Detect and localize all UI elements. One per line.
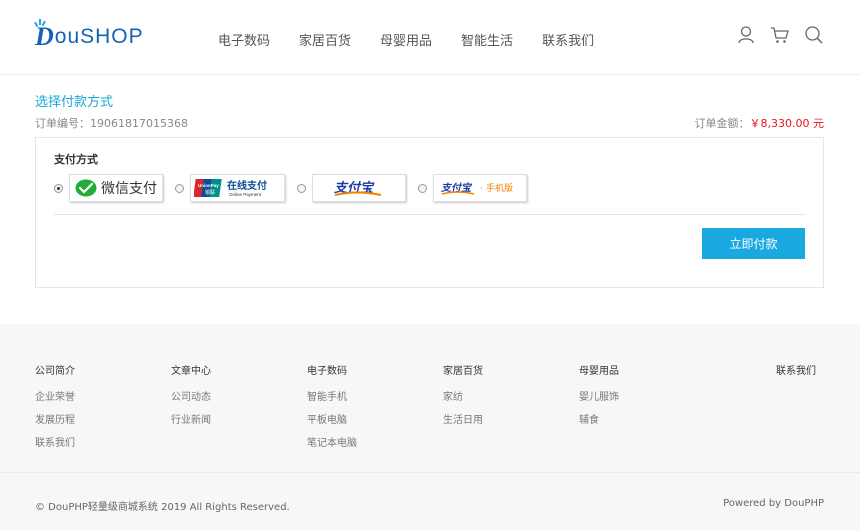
option-unionpay[interactable]: UnionPay 银联 在线支付 Online Payment <box>175 174 285 202</box>
footer-link[interactable]: 发展历程 <box>35 411 75 426</box>
svg-text:Online Payment: Online Payment <box>229 192 262 197</box>
nav-electronics[interactable]: 电子数码 <box>218 30 270 49</box>
footer-col-electronics: 电子数码 智能手机 平板电脑 笔记本电脑 <box>307 362 357 457</box>
radio-alipay[interactable] <box>297 183 306 193</box>
footer-col-company: 公司简介 企业荣誉 发展历程 联系我们 <box>35 362 75 457</box>
svg-text:手机版: 手机版 <box>486 182 513 194</box>
pay-now-button[interactable]: 立即付款 <box>702 228 805 259</box>
order-total: 订单金额：￥8,330.00 元 <box>695 115 824 131</box>
svg-text:·: · <box>480 184 483 193</box>
radio-wechat[interactable] <box>54 183 63 193</box>
logo[interactable]: D ouSHOP <box>34 19 144 52</box>
nav-home-goods[interactable]: 家居百货 <box>299 30 351 49</box>
footer-col-baby: 母婴用品 婴儿服饰 辅食 <box>579 362 619 434</box>
order-number: 订单编号：19061817015368 <box>35 117 188 130</box>
footer-col-title: 母婴用品 <box>579 366 619 377</box>
option-alipay[interactable]: 支付宝 <box>297 174 406 202</box>
payment-method-box: 支付方式 微信支付 UnionPay 银联 在线支付 Online Paymen… <box>35 137 824 288</box>
svg-text:银联: 银联 <box>205 189 215 196</box>
logo-rays-icon <box>34 19 46 28</box>
footer-col-contact: 联系我们 <box>776 362 816 388</box>
copyright: © DouPHP轻量级商城系统 2019 All Rights Reserved… <box>35 502 290 513</box>
order-total-label: 订单金额： <box>694 117 750 130</box>
footer-link[interactable]: 智能手机 <box>307 388 357 403</box>
main-nav: 电子数码 家居百货 母婴用品 智能生活 联系我们 <box>218 30 623 49</box>
footer-link[interactable]: 笔记本电脑 <box>307 434 357 449</box>
option-alipay-mobile[interactable]: 支付宝 · 手机版 <box>418 174 527 202</box>
order-total-amount: ￥8,330.00 元 <box>749 117 824 130</box>
footer-link[interactable]: 辅食 <box>579 411 619 426</box>
footer-link[interactable]: 生活日用 <box>443 411 483 426</box>
nav-contact[interactable]: 联系我们 <box>542 30 594 49</box>
footer-col-title: 公司简介 <box>35 366 75 377</box>
footer-link[interactable]: 联系我们 <box>35 434 75 449</box>
footer-link[interactable]: 行业新闻 <box>171 411 211 426</box>
cart-icon[interactable] <box>770 25 790 45</box>
footer-col-articles: 文章中心 公司动态 行业新闻 <box>171 362 211 434</box>
footer-link[interactable]: 家纺 <box>443 388 483 403</box>
svg-text:UnionPay: UnionPay <box>198 183 219 188</box>
footer-col-title: 文章中心 <box>171 366 211 377</box>
header: D ouSHOP 电子数码 家居百货 母婴用品 智能生活 联系我们 <box>0 0 860 75</box>
powered-by[interactable]: Powered by DouPHP <box>723 498 824 509</box>
unionpay-logo: UnionPay 银联 在线支付 Online Payment <box>193 179 267 197</box>
footer-col-home: 家居百货 家纺 生活日用 <box>443 362 483 434</box>
footer-link[interactable]: 公司动态 <box>171 388 211 403</box>
unionpay-card[interactable]: UnionPay 银联 在线支付 Online Payment <box>190 174 285 202</box>
logo-text: ouSHOP <box>54 25 144 48</box>
footer: 公司简介 企业荣誉 发展历程 联系我们 文章中心 公司动态 行业新闻 电子数码 … <box>0 324 860 530</box>
footer-divider <box>0 472 860 473</box>
wechat-pay-card[interactable]: 微信支付 <box>69 174 163 202</box>
logo-mark: D <box>34 19 54 50</box>
alipay-logo: 支付宝 <box>334 180 382 196</box>
nav-smart-life[interactable]: 智能生活 <box>461 30 513 49</box>
search-icon[interactable] <box>804 25 824 45</box>
wechat-pay-label: 微信支付 <box>101 181 157 197</box>
footer-link[interactable]: 婴儿服饰 <box>579 388 619 403</box>
divider <box>54 214 805 215</box>
footer-link[interactable]: 平板电脑 <box>307 411 357 426</box>
alipay-mobile-card[interactable]: 支付宝 · 手机版 <box>433 174 527 202</box>
header-icons <box>736 25 824 45</box>
footer-col-title: 家居百货 <box>443 366 483 377</box>
user-icon[interactable] <box>736 25 756 45</box>
footer-col-title: 电子数码 <box>307 366 347 377</box>
payment-options: 微信支付 UnionPay 银联 在线支付 Online Payment 支付宝… <box>54 174 539 202</box>
option-wechat[interactable]: 微信支付 <box>54 174 163 202</box>
nav-baby[interactable]: 母婴用品 <box>380 30 432 49</box>
payment-method-label: 支付方式 <box>54 153 98 166</box>
alipay-card[interactable]: 支付宝 <box>312 174 406 202</box>
footer-link[interactable]: 企业荣誉 <box>35 388 75 403</box>
radio-alipay-mobile[interactable] <box>418 183 427 193</box>
alipay-mobile-logo: 支付宝 · 手机版 <box>440 182 513 195</box>
payment-page: 选择付款方式 订单编号：19061817015368 订单金额：￥8,330.0… <box>0 75 860 324</box>
wechat-icon <box>75 179 97 197</box>
page-title: 选择付款方式 <box>35 95 114 110</box>
footer-contact-title[interactable]: 联系我们 <box>776 362 816 377</box>
radio-unionpay[interactable] <box>175 183 184 193</box>
svg-text:在线支付: 在线支付 <box>227 179 267 192</box>
